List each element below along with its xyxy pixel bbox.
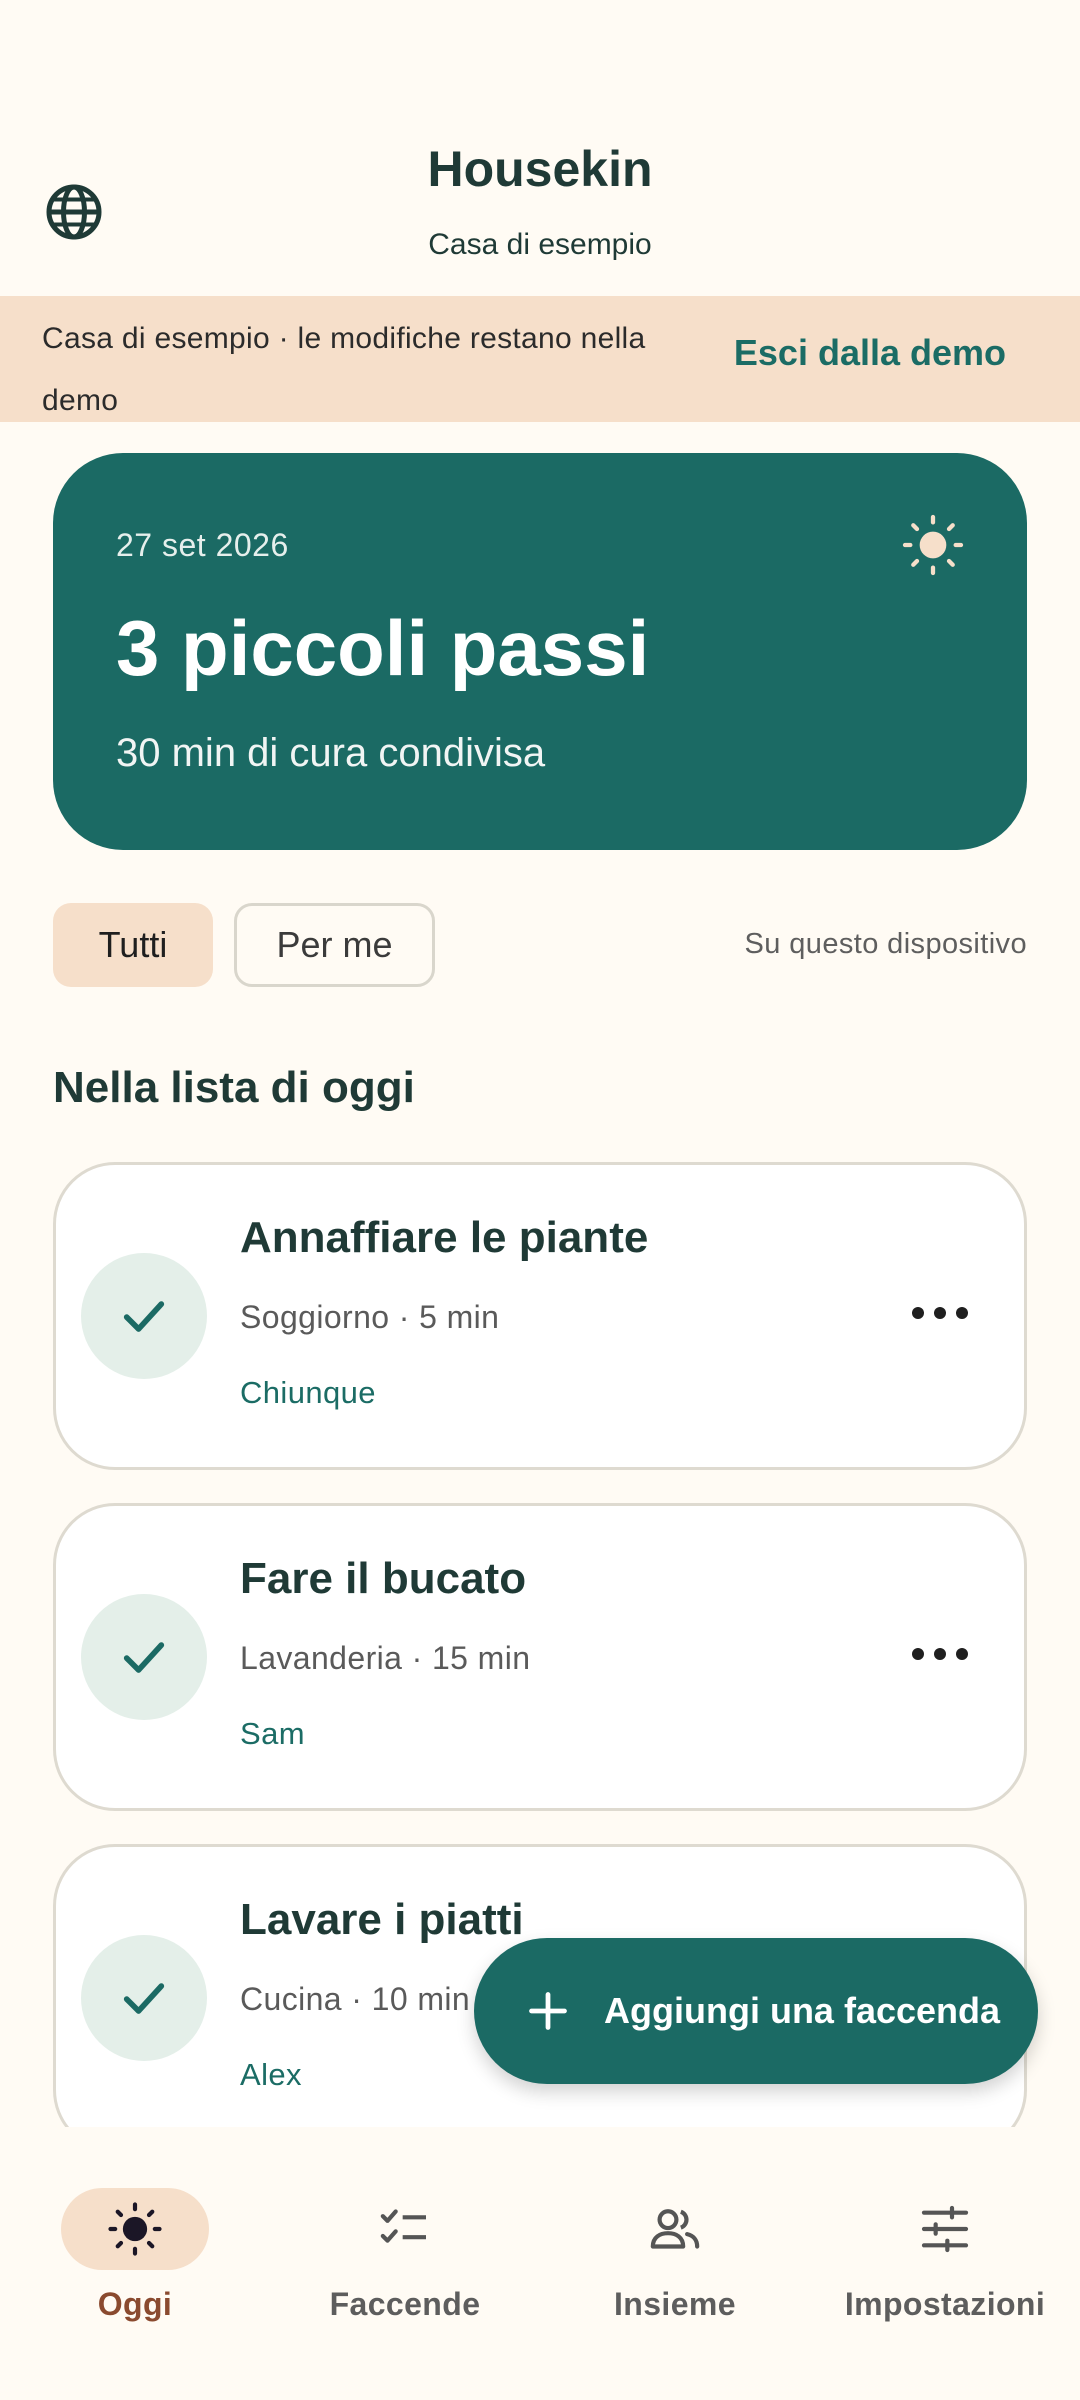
- nav-icon-container: [601, 2188, 749, 2270]
- nav-icon-container: [331, 2188, 479, 2270]
- nav-label: Impostazioni: [844, 2286, 1046, 2322]
- nav-label: Faccende: [329, 2286, 481, 2322]
- nav-item-insieme[interactable]: Insieme: [540, 2158, 810, 2328]
- complete-chore-button[interactable]: [81, 1253, 207, 1379]
- sliders-icon: [921, 2205, 969, 2253]
- today-summary-card: 27 set 2026 3 piccoli passi 30 min di cu…: [53, 453, 1027, 850]
- check-icon: [123, 1642, 165, 1673]
- chore-name: Annaffiare le piante: [240, 1213, 649, 1262]
- more-options-icon[interactable]: [912, 1634, 968, 1674]
- check-icon: [123, 1983, 165, 2014]
- demo-banner-text: Casa di esempio · le modifiche restano n…: [42, 322, 646, 417]
- chore-meta: Cucina · 10 min: [240, 1981, 471, 2017]
- sun-icon: [902, 514, 964, 576]
- section-title: Nella lista di oggi: [53, 1063, 415, 1112]
- complete-chore-button[interactable]: [81, 1594, 207, 1720]
- add-chore-button[interactable]: Aggiungi una faccenda: [474, 1938, 1038, 2084]
- plus-icon: [529, 1992, 567, 2030]
- chore-meta: Lavanderia · 15 min: [240, 1640, 531, 1676]
- app-root: Housekin Casa di esempio Casa di esempio…: [0, 0, 1080, 2400]
- today-date: 27 set 2026: [116, 527, 289, 563]
- exit-demo-button[interactable]: Esci dalla demo: [734, 332, 1006, 374]
- people-icon: [650, 2209, 700, 2249]
- nav-label: Oggi: [97, 2286, 173, 2322]
- chore-card[interactable]: Annaffiare le piante Soggiorno · 5 min C…: [53, 1162, 1027, 1470]
- app-title: Housekin: [427, 141, 653, 197]
- sun-icon: [108, 2202, 162, 2256]
- nav-icon-container: [871, 2188, 1019, 2270]
- add-chore-label: Aggiungi una faccenda: [604, 1990, 1001, 2031]
- household-name: Casa di esempio: [428, 228, 652, 261]
- nav-active-indicator: [61, 2188, 209, 2270]
- chore-meta: Soggiorno · 5 min: [240, 1299, 500, 1335]
- checklist-icon: [380, 2209, 426, 2243]
- chore-assignee: Chiunque: [240, 1375, 376, 1410]
- chore-card[interactable]: Fare il bucato Lavanderia · 15 min Sam: [53, 1503, 1027, 1811]
- demo-banner: Casa di esempio · le modifiche restano n…: [0, 296, 1080, 422]
- chore-name: Lavare i piatti: [240, 1895, 524, 1944]
- app-header: Housekin Casa di esempio: [0, 0, 1080, 296]
- today-steps-count: 3 piccoli passi: [116, 604, 650, 692]
- complete-chore-button[interactable]: [81, 1935, 207, 2061]
- today-total-time: 30 min di cura condivisa: [116, 731, 546, 775]
- nav-item-impostazioni[interactable]: Impostazioni: [810, 2158, 1080, 2328]
- nav-item-faccende[interactable]: Faccende: [270, 2158, 540, 2328]
- chore-name: Fare il bucato: [240, 1554, 527, 1603]
- nav-label: Insieme: [614, 2286, 736, 2322]
- device-note: Su questo dispositivo: [744, 928, 1027, 960]
- filter-chip-me[interactable]: Per me: [234, 903, 435, 987]
- chore-assignee: Sam: [240, 1716, 305, 1751]
- bottom-navigation: Oggi Faccende Insieme Impostazioni: [0, 2128, 1080, 2400]
- check-icon: [123, 1301, 165, 1332]
- more-options-icon[interactable]: [912, 1293, 968, 1333]
- chore-assignee: Alex: [240, 2057, 302, 2092]
- nav-item-oggi[interactable]: Oggi: [0, 2158, 270, 2328]
- filter-chip-all[interactable]: Tutti: [53, 903, 213, 987]
